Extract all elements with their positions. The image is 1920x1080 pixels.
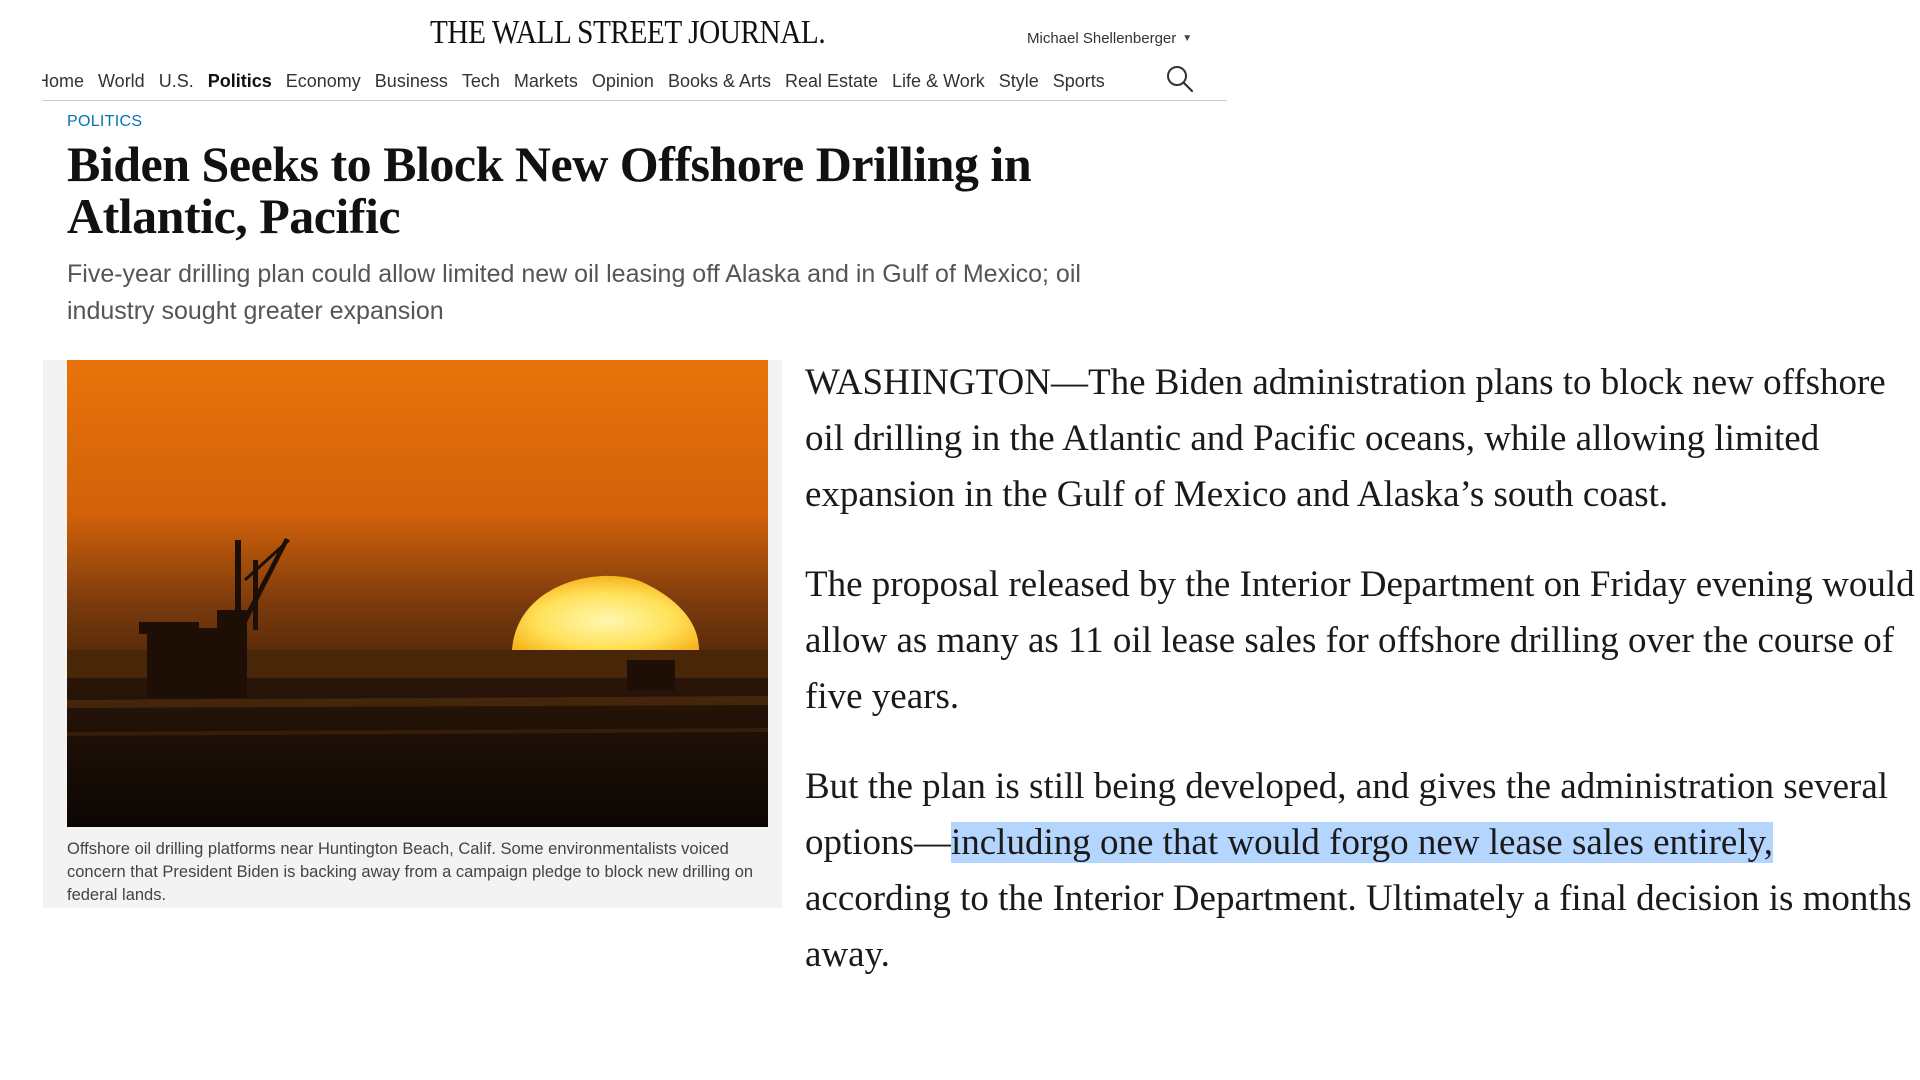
nav-item-opinion[interactable]: Opinion: [592, 71, 654, 92]
wsj-masthead-logo[interactable]: THE WALL STREET JOURNAL.: [430, 14, 826, 52]
paragraph-text: according to the Interior Department. Ul…: [805, 878, 1912, 975]
paragraph-text: The proposal released by the Interior De…: [805, 564, 1915, 717]
nav-item-markets[interactable]: Markets: [514, 71, 578, 92]
nav-item-life-work[interactable]: Life & Work: [892, 71, 985, 92]
nav-item-business[interactable]: Business: [375, 71, 448, 92]
nav-item-us[interactable]: U.S.: [159, 71, 194, 92]
nav-item-politics[interactable]: Politics: [208, 71, 272, 92]
nav-item-real-estate[interactable]: Real Estate: [785, 71, 878, 92]
nav-item-world[interactable]: World: [98, 71, 145, 92]
nav-item-tech[interactable]: Tech: [462, 71, 500, 92]
section-nav-clip: Home World U.S. Politics Economy Busines…: [42, 71, 1132, 92]
nav-item-style[interactable]: Style: [999, 71, 1039, 92]
nav-item-books-arts[interactable]: Books & Arts: [668, 71, 771, 92]
offshore-sunset-photo[interactable]: [67, 360, 768, 827]
body-paragraph-3: But the plan is still being developed, a…: [805, 759, 1920, 983]
article-section-label[interactable]: POLITICS: [67, 113, 142, 131]
body-paragraph-2: The proposal released by the Interior De…: [805, 557, 1920, 725]
body-paragraph-1: WASHINGTON—The Biden administration plan…: [805, 355, 1920, 523]
user-account-menu[interactable]: Michael Shellenberger ▼: [1027, 30, 1192, 47]
paragraph-text: WASHINGTON—The Biden administration plan…: [805, 362, 1886, 515]
user-name: Michael Shellenberger: [1027, 30, 1177, 47]
article-headline: Biden Seeks to Block New Offshore Drilli…: [67, 136, 1032, 244]
selected-text-highlight[interactable]: including one that would forgo new lease…: [950, 822, 1773, 863]
article-body: WASHINGTON—The Biden administration plan…: [805, 355, 1920, 1017]
nav-item-economy[interactable]: Economy: [286, 71, 361, 92]
nav-item-home[interactable]: Home: [42, 71, 84, 92]
article-figure: [43, 360, 782, 908]
photo-caption: Offshore oil drilling platforms near Hun…: [67, 840, 754, 904]
search-icon[interactable]: [1164, 63, 1196, 95]
nav-item-sports[interactable]: Sports: [1053, 71, 1105, 92]
chevron-down-icon: ▼: [1182, 33, 1193, 44]
article-dek: Five-year drilling plan could allow limi…: [67, 260, 1081, 325]
section-nav-items: Home World U.S. Politics Economy Busines…: [42, 71, 1132, 92]
section-nav: Home World U.S. Politics Economy Busines…: [42, 62, 1227, 101]
